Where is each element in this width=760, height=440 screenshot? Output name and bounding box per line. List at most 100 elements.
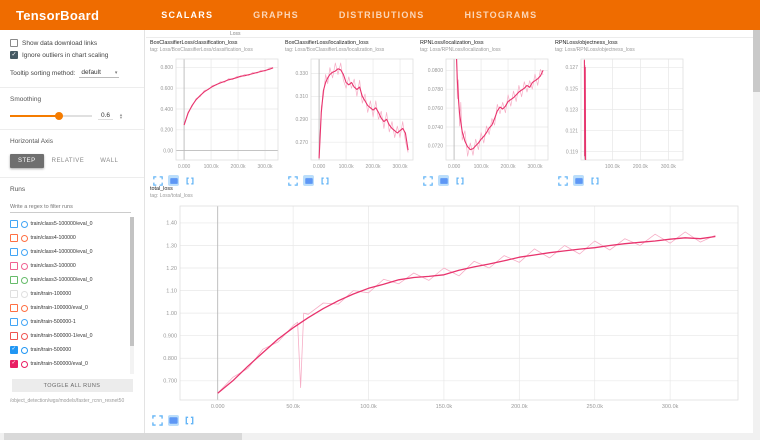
expand-chart-icon[interactable]	[152, 415, 163, 426]
run-item[interactable]: train/class3-100000/eval_0	[10, 273, 134, 287]
svg-text:0.330: 0.330	[295, 71, 308, 77]
checkbox-icon[interactable]	[10, 51, 18, 59]
run-item[interactable]: train/class5-100000/eval_0	[10, 217, 134, 231]
full-size-icon[interactable]	[168, 415, 179, 426]
run-color-circle[interactable]	[21, 221, 28, 228]
tag-group-header[interactable]: Loss	[146, 30, 753, 38]
tooltip-sort-dropdown[interactable]: default ▾	[79, 68, 119, 78]
run-item[interactable]: train/train-500000-1	[10, 315, 134, 329]
run-item[interactable]: train/class4-100000/eval_0	[10, 245, 134, 259]
run-checkbox[interactable]	[10, 332, 18, 340]
chart-toolbar	[152, 175, 281, 186]
run-item[interactable]: train/class3-100000	[10, 259, 134, 273]
scrollbar-thumb[interactable]	[753, 30, 760, 92]
expand-chart-icon[interactable]	[422, 175, 433, 186]
svg-text:0.900: 0.900	[163, 334, 177, 340]
scrollbar-thumb[interactable]	[4, 433, 242, 440]
run-checkbox[interactable]	[10, 304, 18, 312]
svg-text:0.123: 0.123	[565, 107, 578, 113]
run-checkbox[interactable]: ✓	[10, 360, 18, 368]
line-chart[interactable]: 0.2700.2900.3100.3300.000100.0k200.0k300…	[285, 55, 416, 173]
svg-text:200.0k: 200.0k	[231, 164, 247, 170]
run-item[interactable]: ✓train/train-500000/eval_0	[10, 357, 134, 371]
run-list-scrollbar[interactable]	[130, 217, 134, 374]
axis-wall-button[interactable]: WALL	[92, 154, 126, 168]
svg-text:200.0k: 200.0k	[511, 404, 528, 410]
svg-text:0.127: 0.127	[565, 65, 578, 71]
svg-text:250.0k: 250.0k	[586, 404, 603, 410]
slider-thumb-icon[interactable]	[55, 112, 63, 120]
full-size-icon[interactable]	[438, 175, 449, 186]
run-color-circle[interactable]	[21, 291, 28, 298]
fit-domain-icon[interactable]	[454, 175, 465, 186]
fit-domain-icon[interactable]	[589, 175, 600, 186]
run-checkbox[interactable]	[10, 318, 18, 326]
run-color-circle[interactable]	[21, 235, 28, 242]
axis-step-button[interactable]: STEP	[10, 154, 44, 168]
run-color-circle[interactable]	[21, 305, 28, 312]
fit-domain-icon[interactable]	[184, 175, 195, 186]
full-size-icon[interactable]	[303, 175, 314, 186]
full-size-icon[interactable]	[168, 175, 179, 186]
chart-toolbar	[422, 175, 551, 186]
run-name: train/train-500000-1/eval_0	[31, 333, 93, 339]
vertical-scrollbar[interactable]	[753, 30, 760, 433]
axis-relative-button[interactable]: RELATIVE	[44, 154, 93, 168]
run-checkbox[interactable]	[10, 220, 18, 228]
run-color-circle[interactable]	[21, 361, 28, 368]
expand-chart-icon[interactable]	[557, 175, 568, 186]
run-color-circle[interactable]	[21, 277, 28, 284]
tab-graphs[interactable]: GRAPHS	[253, 10, 299, 20]
tab-histograms[interactable]: HISTOGRAMS	[464, 10, 537, 20]
line-chart[interactable]: 0.000.2000.4000.6000.8000.000100.0k200.0…	[150, 55, 281, 173]
smoothing-value[interactable]: 0.6	[98, 112, 113, 120]
spinner-down-icon[interactable]: ▼	[119, 116, 123, 120]
ignore-outliers-checkbox-row[interactable]: Ignore outliers in chart scaling	[10, 51, 134, 59]
run-color-circle[interactable]	[21, 249, 28, 256]
run-color-circle[interactable]	[21, 347, 28, 354]
checkbox-icon[interactable]	[10, 39, 18, 47]
run-item[interactable]: train/train-100000/eval_0	[10, 301, 134, 315]
svg-text:300.0k: 300.0k	[528, 164, 544, 170]
expand-chart-icon[interactable]	[287, 175, 298, 186]
sidebar: Show data download links Ignore outliers…	[0, 30, 145, 433]
run-item[interactable]: train/train-500000-1/eval_0	[10, 329, 134, 343]
svg-text:0.290: 0.290	[295, 117, 308, 123]
chart-tag: tag: Loss/RPNLoss/objectness_loss	[555, 47, 686, 53]
run-item[interactable]: ✓ train/train-500000	[10, 343, 134, 357]
line-chart[interactable]: 0.7000.8000.9001.001.101.201.301.400.000…	[150, 201, 746, 413]
toggle-all-runs-button[interactable]: TOGGLE ALL RUNS	[12, 379, 133, 392]
line-chart[interactable]: 0.1190.1210.1230.1250.127100.0k200.0k300…	[555, 55, 686, 173]
tab-scalars[interactable]: SCALARS	[161, 10, 213, 20]
smoothing-spinner[interactable]: ▲ ▼	[119, 113, 123, 120]
run-checkbox[interactable]	[10, 262, 18, 270]
tab-distributions[interactable]: DISTRIBUTIONS	[339, 10, 425, 20]
run-color-circle[interactable]	[21, 263, 28, 270]
run-color-circle[interactable]	[21, 319, 28, 326]
chart-title: RPNLoss/localization_loss	[420, 40, 551, 46]
run-checkbox[interactable]: ✓	[10, 346, 18, 354]
run-color-circle[interactable]	[21, 333, 28, 340]
line-chart[interactable]: 0.07200.07400.07600.07800.08000.000100.0…	[420, 55, 551, 173]
run-name: train/class3-100000/eval_0	[31, 277, 93, 283]
svg-text:300.0k: 300.0k	[258, 164, 274, 170]
run-item[interactable]: train/train-100000	[10, 287, 134, 301]
show-download-links-checkbox-row[interactable]: Show data download links	[10, 39, 134, 47]
smoothing-slider[interactable]	[10, 115, 92, 117]
run-name: train/train-500000	[31, 347, 72, 353]
horizontal-scrollbar[interactable]	[0, 433, 753, 440]
run-item[interactable]: train/class4-100000	[10, 231, 134, 245]
svg-text:1.10: 1.10	[166, 288, 177, 294]
run-checkbox[interactable]	[10, 276, 18, 284]
run-checkbox[interactable]	[10, 248, 18, 256]
run-filter-input[interactable]	[10, 202, 131, 213]
run-checkbox[interactable]	[10, 290, 18, 298]
chart-toolbar	[557, 175, 686, 186]
svg-text:0.119: 0.119	[566, 149, 578, 155]
fit-domain-icon[interactable]	[319, 175, 330, 186]
run-checkbox[interactable]	[10, 234, 18, 242]
expand-chart-icon[interactable]	[152, 175, 163, 186]
full-size-icon[interactable]	[573, 175, 584, 186]
fit-domain-icon[interactable]	[184, 415, 195, 426]
app-header: TensorBoard SCALARSGRAPHSDISTRIBUTIONSHI…	[0, 0, 760, 30]
